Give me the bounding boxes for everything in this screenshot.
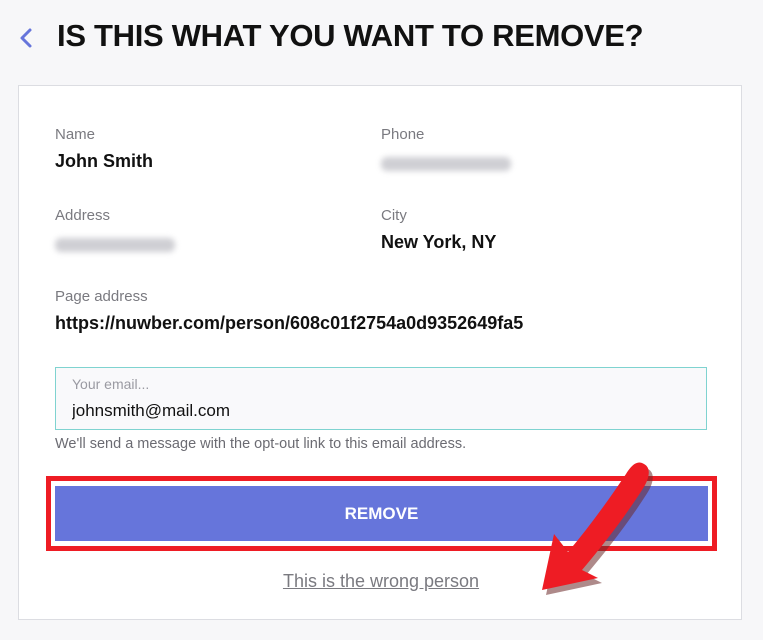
remove-button[interactable]: REMOVE bbox=[55, 486, 708, 541]
city-field: City New York, NY bbox=[381, 207, 496, 253]
page-address-label: Page address bbox=[55, 288, 148, 305]
page-address-value: https://nuwber.com/person/608c01f2754a0d… bbox=[55, 313, 524, 333]
back-button[interactable] bbox=[14, 24, 38, 52]
phone-field: Phone bbox=[381, 126, 511, 171]
name-value: John Smith bbox=[55, 151, 153, 171]
city-value: New York, NY bbox=[381, 232, 497, 252]
email-field[interactable]: Your email... bbox=[55, 367, 707, 430]
city-label: City bbox=[381, 207, 407, 224]
email-hint: We'll send a message with the opt-out li… bbox=[55, 436, 467, 452]
name-label: Name bbox=[55, 126, 96, 143]
record-card: Name John Smith Phone Address City New Y… bbox=[18, 85, 742, 620]
address-field: Address bbox=[55, 207, 175, 252]
email-placeholder: Your email... bbox=[72, 376, 150, 392]
page-title: IS THIS WHAT YOU WANT TO REMOVE? bbox=[57, 18, 644, 53]
page-address-field: Page address https://nuwber.com/person/6… bbox=[55, 288, 523, 334]
name-field: Name John Smith bbox=[55, 126, 153, 172]
address-label: Address bbox=[55, 207, 111, 224]
address-value-redacted bbox=[55, 238, 175, 252]
header: IS THIS WHAT YOU WANT TO REMOVE? bbox=[0, 0, 763, 80]
phone-label: Phone bbox=[381, 126, 425, 143]
phone-value-redacted bbox=[381, 157, 511, 171]
chevron-left-icon bbox=[20, 28, 32, 48]
email-input[interactable] bbox=[72, 398, 672, 424]
wrong-person-link[interactable]: This is the wrong person bbox=[19, 571, 743, 592]
